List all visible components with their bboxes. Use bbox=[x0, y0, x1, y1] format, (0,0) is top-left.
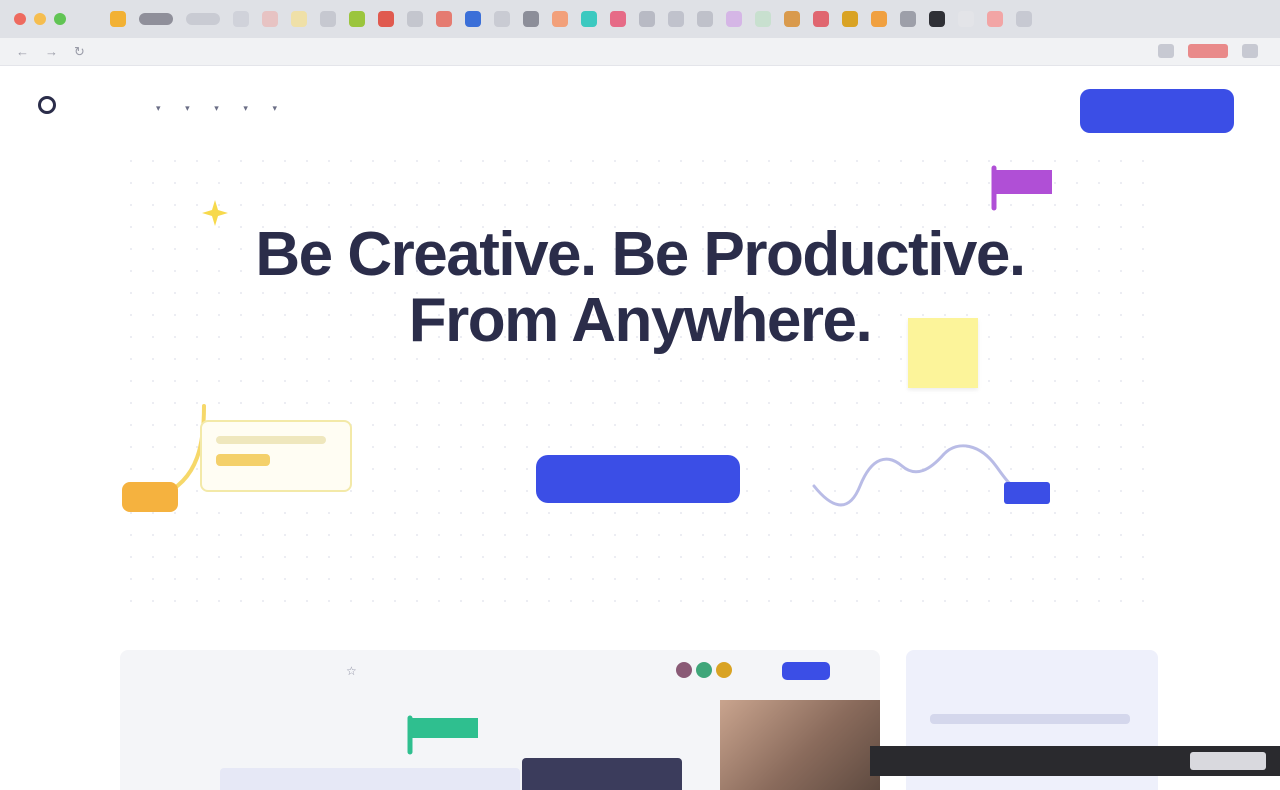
tab-favicon[interactable] bbox=[987, 11, 1003, 27]
collaborator-avatars bbox=[676, 662, 732, 678]
reload-button[interactable]: ↻ bbox=[74, 44, 85, 60]
avatar bbox=[676, 662, 692, 678]
nav-item-2[interactable]: ▾ bbox=[181, 103, 190, 114]
window-controls bbox=[14, 13, 66, 25]
yellow-card bbox=[200, 420, 352, 492]
chevron-down-icon: ▾ bbox=[214, 103, 220, 113]
tab-favicon[interactable] bbox=[436, 11, 452, 27]
back-button[interactable]: ← bbox=[16, 44, 29, 60]
site-logo[interactable] bbox=[38, 96, 60, 114]
squiggle-line bbox=[812, 444, 1050, 507]
nav-item-1[interactable]: ▾ bbox=[152, 103, 161, 114]
tab-favicon[interactable] bbox=[784, 11, 800, 27]
avatar bbox=[696, 662, 712, 678]
purple-flag-icon bbox=[991, 165, 1052, 211]
chevron-down-icon: ▾ bbox=[272, 103, 278, 113]
close-window-button[interactable] bbox=[14, 13, 26, 25]
site-header: ▾ ▾ ▾ ▾ ▾ bbox=[0, 86, 1280, 136]
browser-tabs bbox=[110, 11, 1032, 27]
maximize-window-button[interactable] bbox=[54, 13, 66, 25]
tab-favicon[interactable] bbox=[523, 11, 539, 27]
tab-favicon[interactable] bbox=[233, 11, 249, 27]
tab-favicon[interactable] bbox=[139, 13, 173, 25]
tab-favicon[interactable] bbox=[668, 11, 684, 27]
tab-favicon[interactable] bbox=[697, 11, 713, 27]
hero-title-line-2: From Anywhere. bbox=[408, 286, 873, 355]
share-button[interactable] bbox=[782, 662, 830, 680]
tab-favicon[interactable] bbox=[262, 11, 278, 27]
hero-title-line-1: Be Creative. Be Productive. bbox=[255, 220, 1026, 289]
address-bar: ← → ↻ bbox=[0, 38, 1280, 66]
logo-mark-icon bbox=[38, 96, 56, 114]
tab-favicon[interactable] bbox=[755, 11, 771, 27]
tab-favicon[interactable] bbox=[494, 11, 510, 27]
video-control-bar bbox=[870, 746, 1280, 776]
browser-tab-bar bbox=[0, 0, 1280, 38]
hero-title: Be Creative. Be Productive. From Anywher… bbox=[0, 222, 1280, 354]
star-icon: ☆ bbox=[346, 664, 357, 678]
main-nav: ▾ ▾ ▾ ▾ ▾ bbox=[152, 103, 298, 114]
tab-favicon[interactable] bbox=[581, 11, 597, 27]
tab-favicon[interactable] bbox=[871, 11, 887, 27]
hero-cta-button[interactable] bbox=[536, 455, 740, 503]
tab-favicon[interactable] bbox=[929, 11, 945, 27]
signup-button[interactable] bbox=[1080, 89, 1234, 133]
bookmark-star-icon[interactable] bbox=[1158, 44, 1174, 58]
tab-favicon[interactable] bbox=[186, 13, 220, 25]
tab-favicon[interactable] bbox=[378, 11, 394, 27]
tab-favicon[interactable] bbox=[813, 11, 829, 27]
nav-item-3[interactable]: ▾ bbox=[210, 103, 219, 114]
tab-favicon[interactable] bbox=[958, 11, 974, 27]
avatar bbox=[716, 662, 732, 678]
tab-favicon[interactable] bbox=[842, 11, 858, 27]
tab-favicon[interactable] bbox=[465, 11, 481, 27]
tab-favicon[interactable] bbox=[110, 11, 126, 27]
chevron-down-icon: ▾ bbox=[243, 103, 249, 113]
tab-favicon[interactable] bbox=[900, 11, 916, 27]
minimize-window-button[interactable] bbox=[34, 13, 46, 25]
forward-button[interactable]: → bbox=[45, 44, 58, 60]
canvas-block bbox=[220, 768, 520, 790]
chevron-down-icon: ▾ bbox=[156, 103, 162, 113]
tab-favicon[interactable] bbox=[610, 11, 626, 27]
hero-dot-grid bbox=[120, 150, 1160, 610]
video-overlay bbox=[720, 690, 1280, 790]
tab-favicon[interactable] bbox=[552, 11, 568, 27]
video-action-button[interactable] bbox=[1190, 752, 1266, 770]
tab-favicon[interactable] bbox=[639, 11, 655, 27]
profile-menu-icon[interactable] bbox=[1242, 44, 1258, 58]
canvas-block-dark bbox=[522, 758, 682, 790]
chevron-down-icon: ▾ bbox=[185, 103, 191, 113]
tab-favicon[interactable] bbox=[320, 11, 336, 27]
webcam-video bbox=[720, 700, 880, 790]
green-flag-icon bbox=[407, 715, 478, 755]
tab-favicon[interactable] bbox=[726, 11, 742, 27]
tab-favicon[interactable] bbox=[291, 11, 307, 27]
nav-item-5[interactable]: ▾ bbox=[269, 103, 278, 114]
tab-favicon[interactable] bbox=[407, 11, 423, 27]
nav-item-4[interactable]: ▾ bbox=[239, 103, 248, 114]
tab-favicon[interactable] bbox=[349, 11, 365, 27]
extension-icon[interactable] bbox=[1188, 44, 1228, 58]
tab-favicon[interactable] bbox=[1016, 11, 1032, 27]
